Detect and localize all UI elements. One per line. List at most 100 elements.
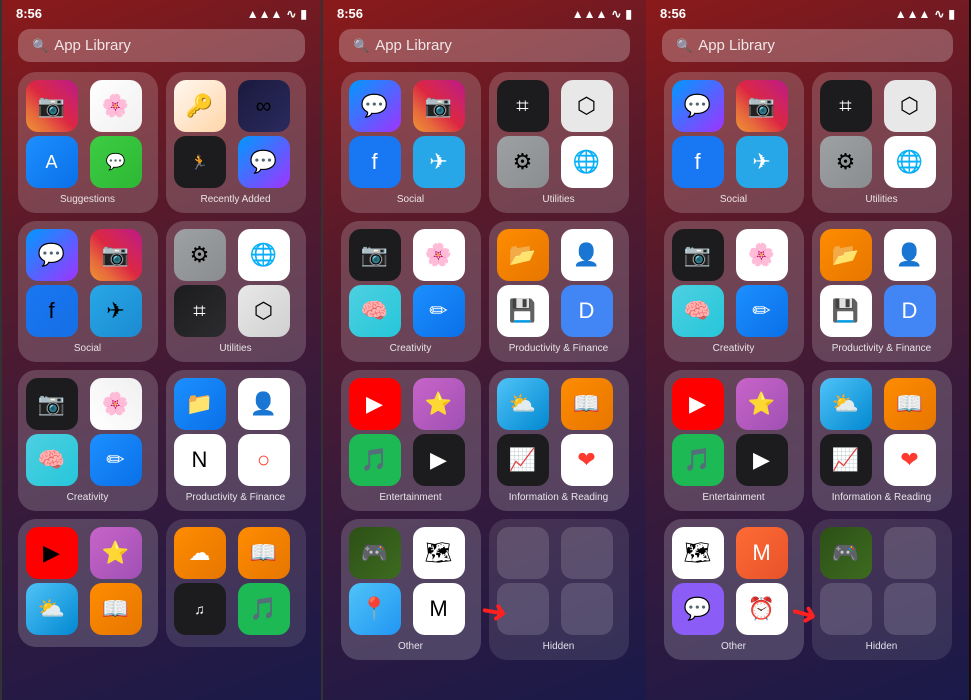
hidden-label-right: Hidden — [866, 641, 898, 652]
productivity-folder-left[interactable]: 📁 👤 N ○ Productivity & Finance — [166, 370, 306, 511]
weather-icon-left: ⛅ — [26, 583, 78, 635]
utilities-mid[interactable]: ⌗ ⬡ ⚙ 🌐 Utilities — [489, 72, 629, 213]
entertainment-right[interactable]: ▶ ⭐ 🎵 ▶ Entertainment — [664, 370, 804, 511]
creativity-label: Creativity — [67, 492, 109, 503]
folder-row-1: 📷 🌸 A 💬 Suggestions 🔑 ∞ 🏃 💬 — [12, 72, 311, 213]
other-mid[interactable]: 🎮 🗺 📍 M Other — [341, 519, 481, 660]
extra2: 📖 — [238, 527, 290, 579]
time-left: 8:56 — [16, 6, 42, 21]
photos-icon-2: 🌸 — [90, 378, 142, 430]
entertainment-mid[interactable]: ▶ ⭐ 🎵 ▶ Entertainment — [341, 370, 481, 511]
other-icons-right: 🗺 M 💬 ⏰ — [672, 527, 796, 635]
extra-folder-left[interactable]: ☁ 📖 ♫ 🎵 — [166, 519, 306, 647]
maps-right: M — [736, 527, 788, 579]
social-right[interactable]: 💬 📷 f ✈ Social — [664, 72, 804, 213]
suggestions-folder[interactable]: 📷 🌸 A 💬 Suggestions — [18, 72, 158, 213]
hidden-mid[interactable]: Hidden — [489, 519, 629, 660]
reminders-icon: ○ — [238, 434, 290, 486]
creativity-label-right: Creativity — [713, 343, 755, 354]
googlemaps-right: 🗺 — [672, 527, 724, 579]
hidden4-mid — [561, 583, 613, 635]
right-row-1: 💬 📷 f ✈ Social ⌗ ⬡ ⚙ 🌐 Utilities — [656, 72, 959, 213]
docs-right: D — [884, 285, 936, 337]
stocks-mid: 📈 — [497, 434, 549, 486]
spotify-mid: 🎵 — [349, 434, 401, 486]
info-reading-mid[interactable]: ⛅ 📖 📈 ❤ Information & Reading — [489, 370, 629, 511]
freeform-mid: ✏ — [413, 285, 465, 337]
contacts-right: 👤 — [884, 229, 936, 281]
right-row-4: 🗺 M 💬 ⏰ Other 🎮 Hidden ➜ — [656, 519, 959, 660]
info-reading-right[interactable]: ⛅ 📖 📈 ❤ Information & Reading — [812, 370, 952, 511]
search-bar-left[interactable]: 🔍 App Library — [18, 29, 305, 62]
contacts-mid: 👤 — [561, 229, 613, 281]
mid-row-3: ▶ ⭐ 🎵 ▶ Entertainment ⛅ 📖 📈 ❤ Informatio… — [333, 370, 636, 511]
mid-row-2: 📷 🌸 🧠 ✏ Creativity 📂 👤 💾 D Productivity … — [333, 221, 636, 362]
creativity-folder-left[interactable]: 📷 🌸 🧠 ✏ Creativity — [18, 370, 158, 511]
hidden-right[interactable]: 🎮 Hidden — [812, 519, 952, 660]
social-folder-left[interactable]: 💬 📷 f ✈ Social — [18, 221, 158, 362]
social-icons: 💬 📷 f ✈ — [26, 229, 150, 337]
search-text-left: App Library — [54, 37, 131, 54]
productivity-icons-right: 📂 👤 💾 D — [820, 229, 944, 337]
weather-mid: ⛅ — [497, 378, 549, 430]
drive-right: 💾 — [820, 285, 872, 337]
appletv-mid: ▶ — [413, 434, 465, 486]
appstore-icon: A — [26, 136, 78, 188]
entertainment-icons-right: ▶ ⭐ 🎵 ▶ — [672, 378, 796, 486]
chat-right: 💬 — [672, 583, 724, 635]
entertainment-folder-left[interactable]: ▶ ⭐ ⛅ 📖 — [18, 519, 158, 647]
creativity-right[interactable]: 📷 🌸 🧠 ✏ Creativity — [664, 221, 804, 362]
social-label-mid: Social — [397, 194, 424, 205]
calc-right: ⌗ — [820, 80, 872, 132]
productivity-right[interactable]: 📂 👤 💾 D Productivity & Finance — [812, 221, 952, 362]
search-bar-right[interactable]: 🔍 App Library — [662, 29, 953, 62]
entertainment-icons-mid: ▶ ⭐ 🎵 ▶ — [349, 378, 473, 486]
hidden-icons-mid — [497, 527, 621, 635]
photos-icon: 🌸 — [90, 80, 142, 132]
appletv-right: ▶ — [736, 434, 788, 486]
freeform-right: ✏ — [736, 285, 788, 337]
contacts-icon: 👤 — [238, 378, 290, 430]
utilities-right[interactable]: ⌗ ⬡ ⚙ 🌐 Utilities — [812, 72, 952, 213]
keychain-icon: 🔑 — [174, 80, 226, 132]
social-icons-mid: 💬 📷 f ✈ — [349, 80, 473, 188]
social-label: Social — [74, 343, 101, 354]
utilities-label-mid: Utilities — [542, 194, 574, 205]
drive-mid: 💾 — [497, 285, 549, 337]
recently-added-folder[interactable]: 🔑 ∞ 🏃 💬 Recently Added — [166, 72, 306, 213]
search-bar-mid[interactable]: 🔍 App Library — [339, 29, 630, 62]
search-icon-right: 🔍 — [676, 38, 692, 54]
status-bar-mid: 8:56 ▲▲▲ ∿ ▮ — [323, 0, 646, 23]
social-mid[interactable]: 💬 📷 f ✈ Social — [341, 72, 481, 213]
youtube-mid: ▶ — [349, 378, 401, 430]
app-grid-mid: 💬 📷 f ✈ Social ⌗ ⬡ ⚙ 🌐 Utilities — [323, 72, 646, 660]
extra4: 🎵 — [238, 583, 290, 635]
starred-icon-left: ⭐ — [90, 527, 142, 579]
telegram-right: ✈ — [736, 136, 788, 188]
other-right[interactable]: 🗺 M 💬 ⏰ Other — [664, 519, 804, 660]
utilities-folder-left[interactable]: ⚙ 🌐 ⌗ ⬡ Utilities — [166, 221, 306, 362]
messenger-icon: 💬 — [26, 229, 78, 281]
creativity-icons: 📷 🌸 🧠 ✏ — [26, 378, 150, 486]
facebook-right: f — [672, 136, 724, 188]
creativity-mid[interactable]: 📷 🌸 🧠 ✏ Creativity — [341, 221, 481, 362]
infinity-icon: ∞ — [238, 80, 290, 132]
right-row-3: ▶ ⭐ 🎵 ▶ Entertainment ⛅ 📖 📈 ❤ Informatio… — [656, 370, 959, 511]
health-right: ❤ — [884, 434, 936, 486]
youtube-icon-left: ▶ — [26, 527, 78, 579]
info-icons-mid: ⛅ 📖 📈 ❤ — [497, 378, 621, 486]
utilities-label: Utilities — [219, 343, 251, 354]
photos-right: 🌸 — [736, 229, 788, 281]
right-row-2: 📷 🌸 🧠 ✏ Creativity 📂 👤 💾 D Productivity … — [656, 221, 959, 362]
docs-mid: D — [561, 285, 613, 337]
hidden-right-4 — [884, 583, 936, 635]
altstore-icon: ⬡ — [238, 285, 290, 337]
productivity-icons-mid: 📂 👤 💾 D — [497, 229, 621, 337]
notion-mid: M — [413, 583, 465, 635]
productivity-icons: 📁 👤 N ○ — [174, 378, 298, 486]
freeform-icon: ✏ — [90, 434, 142, 486]
game-right: 🎮 — [820, 527, 872, 579]
hidden2-mid — [561, 527, 613, 579]
app-grid-left: 📷 🌸 A 💬 Suggestions 🔑 ∞ 🏃 💬 — [2, 72, 321, 647]
productivity-mid[interactable]: 📂 👤 💾 D Productivity & Finance — [489, 221, 629, 362]
